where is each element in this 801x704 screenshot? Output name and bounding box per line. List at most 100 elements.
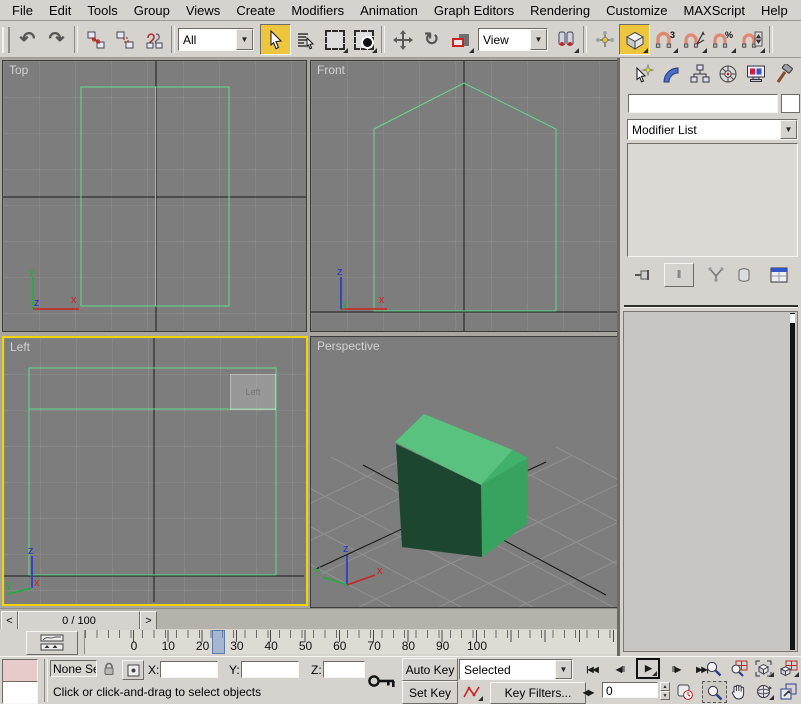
modifier-list-dropdown[interactable]: Modifier List ▼	[627, 119, 798, 140]
select-by-name-button[interactable]	[291, 25, 320, 54]
spinner-down-icon[interactable]: ▼	[660, 691, 670, 700]
time-slider-next-button[interactable]: >	[140, 611, 157, 630]
previous-frame-button[interactable]: ◀‖	[608, 659, 632, 679]
key-filters-button[interactable]: Key Filters...	[490, 682, 586, 704]
tab-create[interactable]	[630, 61, 658, 87]
reference-coordinate-dropdown[interactable]: View ▼	[478, 28, 548, 51]
use-pivot-point-center-button[interactable]	[551, 25, 580, 54]
key-mode-dropdown[interactable]: Selected ▼	[459, 659, 573, 680]
z-coordinate-field[interactable]	[323, 661, 365, 678]
select-and-manipulate-button[interactable]	[590, 25, 619, 54]
scale-icon	[451, 33, 469, 47]
menu-animation[interactable]: Animation	[352, 1, 426, 20]
menu-modifiers[interactable]: Modifiers	[283, 1, 352, 20]
time-slider-prev-button[interactable]: <	[1, 611, 18, 630]
modifier-stack-list[interactable]	[627, 143, 798, 257]
make-unique-button[interactable]	[704, 264, 728, 286]
zoom-extents-all-button[interactable]	[777, 658, 800, 678]
set-key-button[interactable]: Set Key	[402, 681, 458, 704]
menu-create[interactable]: Create	[228, 1, 283, 20]
viewport-left[interactable]: Left z y x Left	[2, 336, 308, 606]
arc-rotate-button[interactable]	[752, 681, 775, 701]
tab-display[interactable]	[742, 61, 770, 87]
y-coordinate-field[interactable]	[241, 661, 299, 678]
go-to-start-button[interactable]: |◀◀	[580, 659, 604, 679]
zoom-button[interactable]	[702, 658, 725, 678]
viewport-front[interactable]: Front z y x	[310, 60, 618, 332]
trackbar-ruler[interactable]: 0 10 20 30 40 50 60 70 80 90 100	[84, 630, 665, 654]
menu-group[interactable]: Group	[126, 1, 178, 20]
key-mode-toggle-button[interactable]: ◀▶	[578, 682, 598, 702]
menu-tools[interactable]: Tools	[79, 1, 125, 20]
selection-lock-toggle[interactable]	[101, 660, 117, 677]
auto-key-button[interactable]: Auto Key	[402, 658, 458, 681]
object-color-swatch[interactable]	[781, 94, 800, 113]
mini-curve-editor-button[interactable]	[26, 631, 78, 655]
svg-text:y: y	[315, 564, 321, 576]
menu-rendering[interactable]: Rendering	[522, 1, 598, 20]
time-slider-handle[interactable]: 0 / 100	[18, 611, 140, 630]
x-coordinate-field[interactable]	[160, 661, 218, 678]
maxscript-mini-listener-pink[interactable]	[2, 659, 38, 682]
zoom-extents-button[interactable]	[752, 658, 775, 678]
spinner-snap-toggle-button[interactable]	[737, 25, 766, 54]
rectangular-selection-region-button[interactable]	[320, 25, 349, 54]
viewport-perspective[interactable]: Perspective z x y	[310, 336, 618, 608]
snaps-toggle-button[interactable]	[619, 24, 650, 55]
undo-button[interactable]: ↶	[13, 25, 42, 54]
select-object-button[interactable]	[260, 24, 291, 55]
min-max-toggle-button[interactable]	[777, 681, 800, 701]
next-frame-button[interactable]: ‖▶	[664, 659, 688, 679]
time-configuration-button[interactable]	[675, 682, 695, 702]
remove-modifier-button[interactable]	[732, 264, 756, 286]
pan-button[interactable]	[727, 681, 750, 701]
menu-views[interactable]: Views	[178, 1, 228, 20]
menu-graph-editors[interactable]: Graph Editors	[426, 1, 522, 20]
select-and-rotate-button[interactable]: ↻	[417, 25, 446, 54]
tab-motion[interactable]	[714, 61, 742, 87]
menu-customize[interactable]: Customize	[598, 1, 675, 20]
maxscript-mini-listener-white[interactable]	[2, 681, 38, 704]
select-and-move-button[interactable]	[388, 25, 417, 54]
track-bar[interactable]: 0 10 20 30 40 50 60 70 80 90 100	[0, 629, 665, 656]
menu-maxscript[interactable]: MAXScript	[676, 1, 753, 20]
object-name-field[interactable]	[628, 94, 778, 113]
3d-snap-toggle-button[interactable]: 3	[650, 25, 679, 54]
spinner-up-icon[interactable]: ▲	[660, 682, 670, 691]
time-slider-track[interactable]: < 0 / 100 >	[0, 608, 618, 630]
select-and-scale-button[interactable]	[446, 25, 475, 54]
pin-stack-button[interactable]	[630, 264, 656, 286]
tab-utilities[interactable]	[770, 61, 798, 87]
menu-file[interactable]: File	[4, 1, 41, 20]
percent-snap-toggle-button[interactable]: %	[708, 25, 737, 54]
new-key-tangent-button[interactable]	[460, 682, 484, 702]
trackbar-frame-marker[interactable]	[212, 630, 225, 654]
menu-help[interactable]: Help	[753, 1, 796, 20]
unlink-selection-button[interactable]	[110, 25, 139, 54]
status-bar: None Se X: Y: Z: Click or click-and-drag…	[0, 656, 801, 704]
bind-to-space-warp-button[interactable]	[139, 25, 168, 54]
angle-snap-toggle-button[interactable]	[679, 25, 708, 54]
select-and-link-button[interactable]	[81, 25, 110, 54]
menu-edit[interactable]: Edit	[41, 1, 79, 20]
rollout-scrollbar-thumb[interactable]	[790, 314, 795, 323]
rollout-scrollbar[interactable]	[790, 313, 795, 650]
viewport-top[interactable]: Top y z x	[2, 60, 307, 332]
frame-spinner[interactable]: ▲ ▼	[660, 682, 670, 700]
selection-filter-dropdown[interactable]: All ▼	[178, 28, 254, 51]
set-keys-button[interactable]	[366, 665, 398, 697]
toolbar-grip[interactable]	[2, 26, 10, 53]
configure-modifier-sets-button[interactable]	[766, 264, 792, 286]
svg-text:%: %	[725, 30, 733, 40]
absolute-offset-toggle[interactable]	[122, 660, 144, 680]
show-end-result-button[interactable]: ‖	[664, 263, 694, 287]
play-button[interactable]: ▶	[636, 658, 660, 679]
redo-button[interactable]: ↷	[42, 25, 71, 54]
current-frame-field[interactable]: 0	[602, 682, 658, 698]
selection-status-field: None Se	[50, 660, 97, 677]
region-zoom-button[interactable]	[702, 681, 727, 703]
tab-hierarchy[interactable]	[686, 61, 714, 87]
tab-modify[interactable]	[658, 61, 686, 87]
zoom-all-button[interactable]	[727, 658, 750, 678]
window-crossing-toggle-button[interactable]	[349, 25, 378, 54]
